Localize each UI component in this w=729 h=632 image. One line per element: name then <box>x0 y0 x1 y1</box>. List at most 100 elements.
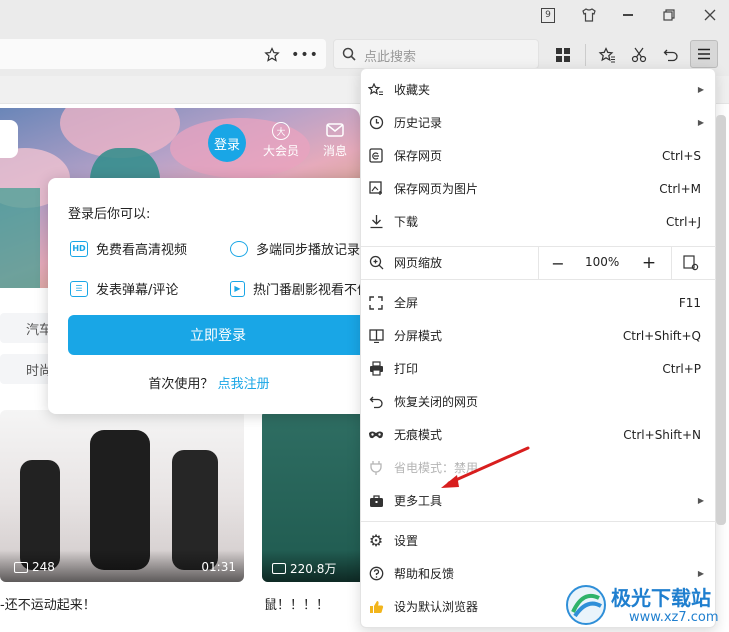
watermark-name: 极光下载站 <box>611 586 711 610</box>
menu-label: 打印 <box>394 362 419 376</box>
shirt-icon <box>582 8 596 22</box>
skin-button[interactable] <box>571 0 607 30</box>
menu-item-history[interactable]: 历史记录 ▶ <box>361 106 717 139</box>
menu-label: 历史记录 <box>394 116 443 130</box>
restore-button[interactable] <box>651 0 687 30</box>
tab-count-button[interactable]: 9 <box>530 0 566 30</box>
menu-item-fullscreen[interactable]: 全屏 F11 <box>361 286 717 319</box>
menu-item-settings[interactable]: ⚙ 设置 <box>361 524 717 557</box>
play-icon: ▶ <box>230 280 245 297</box>
menu-label: 收藏夹 <box>394 83 431 97</box>
menu-label: 保存网页为图片 <box>394 182 479 196</box>
menu-label: 设置 <box>394 534 419 548</box>
video-title[interactable]: 鼠！！！！ <box>264 594 329 613</box>
menu-shortcut: Ctrl+Shift+Q <box>622 328 701 343</box>
menu-label: 帮助和反馈 <box>394 567 455 581</box>
menu-label: 保存网页 <box>394 149 443 163</box>
apps-grid-icon[interactable] <box>552 44 574 66</box>
menu-item-restore-closed[interactable]: 恢复关闭的网页 <box>361 385 717 418</box>
menu-item-print[interactable]: 打印 Ctrl+P <box>361 352 717 385</box>
toolbar-divider <box>585 44 586 66</box>
zoom-icon <box>367 254 385 272</box>
undo-icon[interactable] <box>660 44 682 66</box>
menu-shortcut: F11 <box>678 295 701 310</box>
vip-button[interactable]: 大 大会员 <box>258 120 304 160</box>
menu-label: 设为默认浏览器 <box>394 600 479 614</box>
feature-item: 多端同步播放记录 <box>230 239 370 258</box>
feature-item: HD 免费看高清视频 <box>70 239 187 258</box>
menu-item-save-as-image[interactable]: 保存网页为图片 Ctrl+M <box>361 172 717 205</box>
video-stats: 220.8万 <box>272 560 336 577</box>
video-views: 248 <box>32 560 55 574</box>
star-list-icon <box>367 81 385 99</box>
feature-label: 发表弹幕/评论 <box>96 283 179 298</box>
video-duration: 01:31 <box>201 560 236 574</box>
zoom-in-button[interactable]: + <box>637 251 661 275</box>
minimize-icon <box>623 14 633 16</box>
plug-icon <box>367 459 385 477</box>
login-now-button[interactable]: 立即登录 <box>68 315 368 355</box>
menu-item-incognito[interactable]: 无痕模式 Ctrl+Shift+N <box>361 418 717 451</box>
video-title[interactable]: -还不运动起来！ <box>0 594 96 613</box>
download-icon <box>367 213 385 231</box>
main-menu-button[interactable] <box>690 40 718 68</box>
search-icon <box>342 47 356 61</box>
close-icon <box>704 9 716 21</box>
menu-label: 无痕模式 <box>394 428 443 442</box>
hd-icon: HD <box>70 240 88 257</box>
gear-icon: ⚙ <box>368 531 384 550</box>
zoom-level: 100% <box>585 255 620 269</box>
watermark-url: www.xz7.com <box>629 610 719 625</box>
feature-label: 热门番剧影视看不停 <box>252 283 370 298</box>
banner-search-button[interactable] <box>0 120 18 158</box>
video-card[interactable]: 220.8万 <box>262 410 362 582</box>
menu-item-save-page[interactable]: 保存网页 Ctrl+S <box>361 139 717 172</box>
menu-item-split-screen[interactable]: 分屏模式 Ctrl+Shift+Q <box>361 319 717 352</box>
menu-item-favorites[interactable]: 收藏夹 ▶ <box>361 73 717 106</box>
search-field[interactable]: 点此搜索 <box>333 39 539 69</box>
bookmark-star-icon[interactable] <box>262 45 282 65</box>
register-line: 首次使用？ 点我注册 <box>48 373 370 392</box>
danmaku-icon: ☰ <box>70 280 88 297</box>
favorites-icon[interactable] <box>596 44 618 66</box>
submenu-arrow-icon: ▶ <box>697 118 704 127</box>
zoom-out-button[interactable]: − <box>546 251 570 275</box>
menu-label: 下载 <box>394 215 419 229</box>
header-login-button[interactable]: 登录 <box>208 124 246 162</box>
more-dots-icon[interactable]: ••• <box>291 45 318 65</box>
menu-label: 恢复关闭的网页 <box>394 395 479 409</box>
feature-label: 免费看高清视频 <box>96 243 188 258</box>
split-screen-icon <box>367 327 385 345</box>
vip-label: 大会员 <box>262 144 299 158</box>
minimize-button[interactable] <box>610 0 646 30</box>
scrollbar[interactable] <box>716 115 726 525</box>
menu-shortcut: Ctrl+J <box>666 214 701 229</box>
menu-label: 网页缩放 <box>394 256 443 270</box>
annotation-arrow <box>441 446 530 488</box>
danmaku-icon <box>14 561 28 573</box>
scissors-icon[interactable] <box>628 44 650 66</box>
vip-icon: 大 <box>272 122 290 140</box>
menu-item-downloads[interactable]: 下载 Ctrl+J <box>361 205 717 238</box>
undo-icon <box>367 393 385 411</box>
tab-count-badge: 9 <box>541 7 555 23</box>
close-window-button[interactable] <box>692 0 728 30</box>
printer-icon <box>367 360 385 378</box>
submenu-arrow-icon: ▶ <box>697 85 704 94</box>
zoom-settings-icon[interactable] <box>681 253 701 273</box>
messages-button[interactable]: 消息 <box>312 120 358 160</box>
thumb-icon <box>367 598 385 616</box>
feature-item: ☰ 发表弹幕/评论 <box>70 279 178 298</box>
register-link[interactable]: 点我注册 <box>218 377 270 392</box>
menu-divider <box>361 521 717 522</box>
feature-item: ▶ 热门番剧影视看不停 <box>230 279 370 298</box>
menu-item-more-tools[interactable]: 更多工具 ▶ <box>361 484 717 517</box>
login-popup: 登录后你可以: HD 免费看高清视频 多端同步播放记录 ☰ 发表弹幕/评论 ▶ … <box>48 178 370 414</box>
messages-label: 消息 <box>322 144 347 158</box>
video-card[interactable]: 248 01:31 <box>0 410 244 582</box>
browser-main-menu: 收藏夹 ▶ 历史记录 ▶ 保存网页 Ctrl+S 保存网页为图片 Ctrl+M … <box>360 68 717 628</box>
hamburger-icon <box>698 48 710 60</box>
feature-label: 多端同步播放记录 <box>256 243 361 258</box>
aurora-logo-icon <box>566 585 606 625</box>
menu-item-power-save[interactable]: 省电模式：禁用 <box>361 451 717 484</box>
